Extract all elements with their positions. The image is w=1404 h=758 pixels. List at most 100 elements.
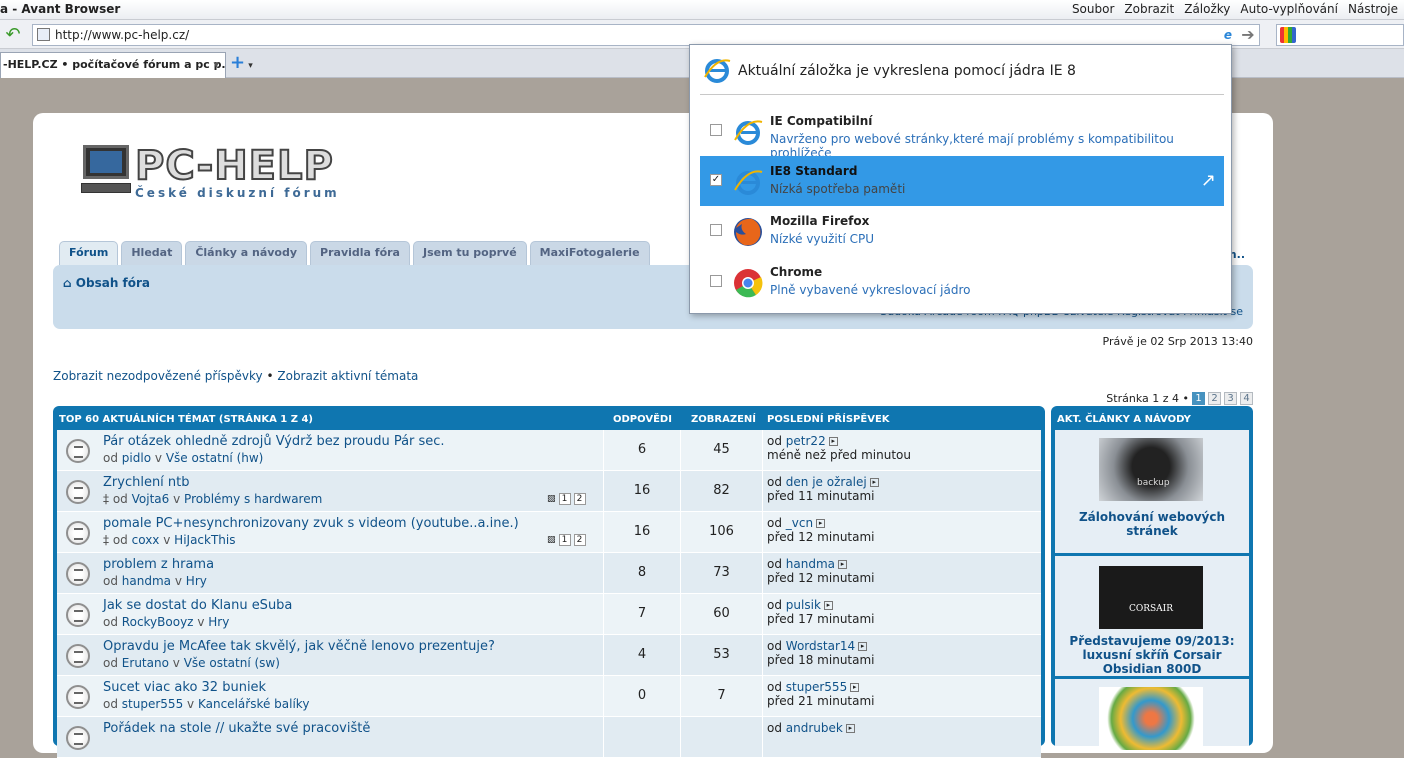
in-word: v xyxy=(163,533,171,547)
topic-page-link[interactable]: 1 xyxy=(558,534,571,546)
go-to-post-icon[interactable]: ▸ xyxy=(869,478,879,487)
topic-title[interactable]: pomale PC+nesynchronizovany zvuk s video… xyxy=(103,516,519,531)
engine-option[interactable]: Mozilla Firefox Nízké využití CPU xyxy=(700,206,1224,256)
last-post-user[interactable]: andrubek xyxy=(786,721,843,735)
table-row[interactable]: Sucet viac ako 32 buniek od stuper555 v K… xyxy=(57,676,1041,717)
tab-gallery[interactable]: MaxiFotogalerie xyxy=(529,241,650,265)
menu-item-tools[interactable]: Nástroje xyxy=(1348,2,1398,16)
go-to-post-icon[interactable]: ▸ xyxy=(850,683,860,692)
tab-rules[interactable]: Pravidla fóra xyxy=(310,241,410,265)
topic-title[interactable]: Pár otázek ohledně zdrojů Výdrž bez prou… xyxy=(103,434,445,449)
new-tab-dropdown-icon[interactable]: ▾ xyxy=(245,61,253,71)
menu-item-autofill[interactable]: Auto-vyplňování xyxy=(1240,2,1338,16)
article-item[interactable]: backup Zálohování webových stránek xyxy=(1055,430,1249,553)
last-post-user[interactable]: pulsik xyxy=(786,598,821,612)
forum-link[interactable]: HiJackThis xyxy=(174,533,235,547)
open-external-icon[interactable]: ↗ xyxy=(1201,170,1216,191)
page-1[interactable]: 1 xyxy=(1192,392,1205,405)
table-row[interactable]: Pár otázek ohledně zdrojů Výdrž bez prou… xyxy=(57,430,1041,471)
last-post: od stuper555 ▸ před 21 minutami xyxy=(767,680,875,708)
go-to-post-icon[interactable]: ▸ xyxy=(838,560,848,569)
breadcrumb-home[interactable]: ⌂ Obsah fóra xyxy=(63,276,150,290)
author-link[interactable]: handma xyxy=(122,574,171,588)
go-arrow-icon[interactable]: ➔ xyxy=(1239,25,1257,45)
table-row[interactable]: Opravdu je McAfee tak skvělý, jak věčně … xyxy=(57,635,1041,676)
forum-link[interactable]: Kancelářské balíky xyxy=(198,697,309,711)
author-link[interactable]: pidlo xyxy=(122,451,151,465)
site-logo[interactable]: PC-HELP České diskuzní fórum xyxy=(81,142,383,203)
table-row[interactable]: Jak se dostat do Klanu eSuba od RockyBooy… xyxy=(57,594,1041,635)
unanswered-link[interactable]: Zobrazit nezodpovězené příspěvky xyxy=(53,369,263,383)
go-to-post-icon[interactable]: ▸ xyxy=(823,601,833,610)
menu-item-view[interactable]: Zobrazit xyxy=(1124,2,1174,16)
engine-option[interactable]: IE Compatibilní Navrženo pro webové strán… xyxy=(700,106,1224,160)
forum-link[interactable]: Vše ostatní (hw) xyxy=(166,451,264,465)
engine-checkbox[interactable]: ✓ xyxy=(710,174,722,186)
last-by: od xyxy=(767,598,782,612)
table-row[interactable]: pomale PC+nesynchronizovany zvuk s video… xyxy=(57,512,1041,553)
last-post-user[interactable]: _vcn xyxy=(786,516,813,530)
engine-checkbox[interactable] xyxy=(710,275,722,287)
forum-link[interactable]: Problémy s hardwarem xyxy=(184,492,322,506)
article-image: CORSAIR xyxy=(1099,566,1203,629)
attachment-icon: ‡ xyxy=(103,533,113,547)
author-link[interactable]: RockyBooyz xyxy=(122,615,194,629)
active-topics-link[interactable]: Zobrazit aktivní témata xyxy=(277,369,418,383)
engine-checkbox[interactable] xyxy=(710,124,722,136)
new-tab-icon[interactable]: + ▾ xyxy=(230,54,253,75)
table-row[interactable]: Pořádek na stole // ukažte své pracovišt… xyxy=(57,717,1041,758)
tab-active[interactable]: -HELP.CZ • počítačové fórum a pc p... ▾ xyxy=(0,52,226,78)
last-post-user[interactable]: handma xyxy=(786,557,835,571)
close-tab-icon[interactable]: ▾ xyxy=(213,53,219,77)
forum-link[interactable]: Vše ostatní (sw) xyxy=(184,656,280,670)
page-2[interactable]: 2 xyxy=(1208,392,1221,405)
table-row[interactable]: Zrychlení ntb ‡ od Vojta6 v Problémy s ha… xyxy=(57,471,1041,512)
views-count xyxy=(681,717,763,757)
topic-page-link[interactable]: 2 xyxy=(573,534,586,546)
author-link[interactable]: stuper555 xyxy=(122,697,183,711)
views-count: 106 xyxy=(681,512,763,552)
engine-option[interactable]: ✓ IE8 Standard Nízká spotřeba paměti ↗ xyxy=(700,156,1224,206)
topic-title[interactable]: Pořádek na stole // ukažte své pracovišt… xyxy=(103,721,370,736)
page-4[interactable]: 4 xyxy=(1240,392,1253,405)
page-3[interactable]: 3 xyxy=(1224,392,1237,405)
engine-checkbox[interactable] xyxy=(710,224,722,236)
address-bar[interactable]: http://www.pc-help.cz/ e ➔ xyxy=(32,24,1260,46)
table-row[interactable]: problem z hrama od handma v Hry 8 73 od hand… xyxy=(57,553,1041,594)
last-post-time: před 17 minutami xyxy=(767,612,875,626)
topic-title[interactable]: Jak se dostat do Klanu eSuba xyxy=(103,598,292,613)
topic-title[interactable]: problem z hrama xyxy=(103,557,214,572)
pagination-label: Stránka 1 z 4 • xyxy=(1106,392,1189,405)
article-item[interactable] xyxy=(1055,679,1249,750)
last-post-user[interactable]: stuper555 xyxy=(786,680,847,694)
menu-item-bookmarks[interactable]: Záložky xyxy=(1184,2,1230,16)
last-post-user[interactable]: den je ožralej xyxy=(786,475,867,489)
go-to-post-icon[interactable]: ▸ xyxy=(828,437,838,446)
go-to-post-icon[interactable]: ▸ xyxy=(845,724,855,733)
last-post-user[interactable]: petr22 xyxy=(786,434,826,448)
topic-page-link[interactable]: 1 xyxy=(558,493,571,505)
search-box[interactable] xyxy=(1276,24,1404,46)
author-link[interactable]: Vojta6 xyxy=(132,492,170,506)
author-link[interactable]: coxx xyxy=(132,533,160,547)
topic-title[interactable]: Sucet viac ako 32 buniek xyxy=(103,680,266,695)
article-item[interactable]: CORSAIR Představujeme 09/2013: luxusní s… xyxy=(1055,556,1249,676)
forum-link[interactable]: Hry xyxy=(208,615,229,629)
tab-forum[interactable]: Fórum xyxy=(59,241,119,265)
menu-item-file[interactable]: Soubor xyxy=(1072,2,1114,16)
forum-link[interactable]: Hry xyxy=(186,574,207,588)
topic-title[interactable]: Zrychlení ntb xyxy=(103,475,190,490)
tab-articles[interactable]: Články a návody xyxy=(185,241,308,265)
topic-page-link[interactable]: 2 xyxy=(573,493,586,505)
last-post-user[interactable]: Wordstar14 xyxy=(786,639,855,653)
go-to-post-icon[interactable]: ▸ xyxy=(816,519,826,528)
engine-switch-ie-icon[interactable]: e xyxy=(1219,26,1237,44)
tab-search[interactable]: Hledat xyxy=(121,241,183,265)
engine-option[interactable]: Chrome Plně vybavené vykreslovací jádro xyxy=(700,257,1224,307)
header-last-post: POSLEDNÍ PŘÍSPĚVEK xyxy=(767,414,890,425)
back-icon[interactable]: ↶ xyxy=(2,24,24,46)
go-to-post-icon[interactable]: ▸ xyxy=(858,642,868,651)
topic-title[interactable]: Opravdu je McAfee tak skvělý, jak věčně … xyxy=(103,639,495,654)
author-link[interactable]: Erutano xyxy=(122,656,169,670)
tab-first-time[interactable]: Jsem tu poprvé xyxy=(413,241,527,265)
